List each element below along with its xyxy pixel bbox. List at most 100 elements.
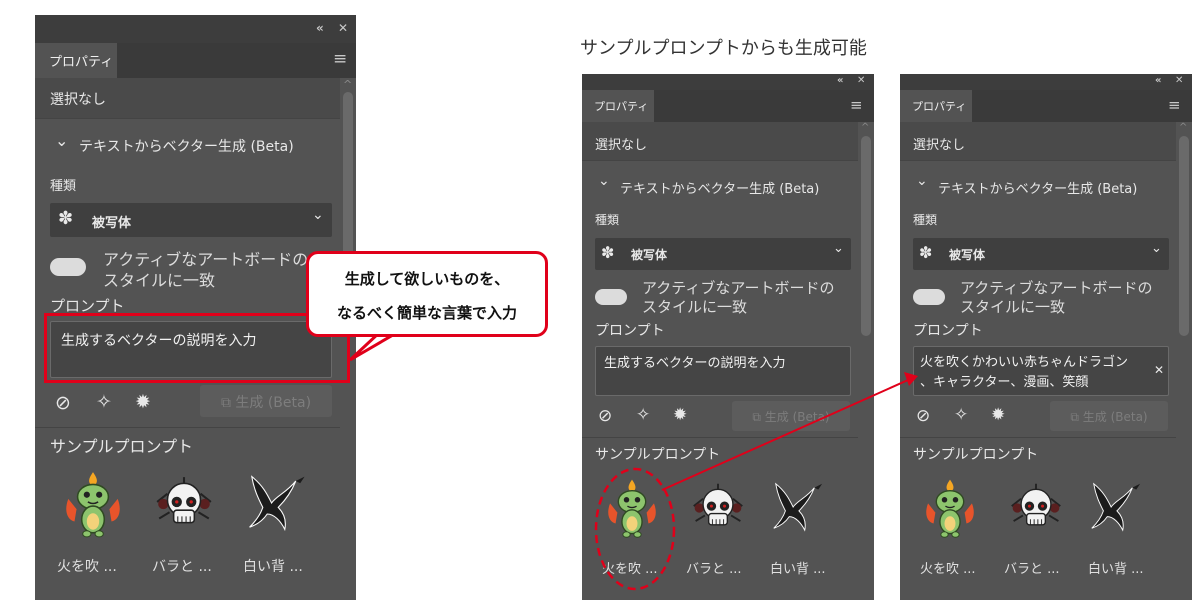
type-label: 種類 (595, 213, 620, 227)
divider (582, 437, 858, 438)
gear-icon[interactable]: ✹ (991, 405, 1005, 425)
prompt-input[interactable]: 生成するベクターの説明を入力 (595, 346, 851, 396)
type-value: 被写体 (949, 248, 986, 262)
sample-label-2[interactable]: バラと ... (686, 558, 742, 577)
divider (900, 437, 1176, 438)
sample-dragon-thumb[interactable] (920, 476, 980, 540)
sample-highlight-ellipse (594, 467, 676, 591)
sample-dragon-thumb[interactable] (59, 468, 127, 540)
chevron-down-icon: ⌄ (312, 207, 324, 223)
style-picker-icon[interactable]: ⊘ (55, 392, 71, 414)
chevron-down-icon[interactable]: ⌄ (916, 173, 928, 189)
generate-button[interactable]: ⧉ 生成 (Beta) (732, 401, 850, 431)
tab-label: プロパティ (912, 100, 967, 113)
sample-label-3[interactable]: 白い背 ... (770, 558, 826, 577)
type-dropdown[interactable]: ✽ 被写体 ⌄ (913, 238, 1169, 270)
match-style-toggle[interactable] (50, 258, 86, 276)
close-icon[interactable]: ✕ (1175, 75, 1183, 86)
sample-skull-thumb[interactable] (1008, 480, 1064, 536)
generate-label: 生成 (Beta) (764, 410, 830, 424)
section-title[interactable]: テキストからベクター生成 (Beta) (620, 178, 819, 197)
lightbulb-icon[interactable]: ✧ (636, 405, 650, 425)
style-picker-icon[interactable]: ⊘ (916, 406, 930, 426)
gear-icon[interactable]: ✹ (135, 391, 151, 413)
sample-label-3[interactable]: 白い背 ... (243, 556, 303, 576)
panel-menu-icon[interactable]: ≡ (850, 96, 863, 114)
type-dropdown[interactable]: ✽ 被写体 ⌄ (50, 203, 332, 237)
tab-label: プロパティ (49, 55, 114, 70)
match-style-toggle[interactable] (595, 289, 627, 305)
sample-label-3[interactable]: 白い背 ... (1088, 558, 1144, 577)
lightbulb-icon[interactable]: ✧ (96, 391, 112, 413)
prompt-label: プロンプト (913, 323, 983, 339)
scroll-thumb[interactable] (1179, 136, 1189, 336)
generate-button[interactable]: ⧉ 生成 (Beta) (1050, 401, 1168, 431)
sample-bird-thumb[interactable] (1086, 478, 1144, 536)
clear-prompt-icon[interactable]: ✕ (1154, 363, 1164, 377)
prompt-placeholder: 生成するベクターの説明を入力 (604, 356, 786, 371)
selection-status: 選択なし (913, 138, 966, 153)
sample-bird-thumb[interactable] (243, 470, 309, 536)
match-style-label-1: アクティブなアートボードの (960, 279, 1153, 297)
prompt-text-line-2: 、キャラクター、漫画、笑顔 (920, 375, 1089, 390)
chevron-down-icon[interactable]: ⌄ (598, 173, 610, 189)
tab-properties[interactable]: プロパティ (35, 43, 117, 78)
sample-label-1[interactable]: 火を吹 ... (57, 556, 117, 576)
sample-label-1[interactable]: 火を吹 ... (920, 558, 976, 577)
properties-panel-filled: « ✕ プロパティ ≡ 選択なし ⌄ テキストからベクター生成 (Beta) 種… (900, 74, 1192, 600)
type-label: 種類 (50, 179, 77, 194)
gear-icon[interactable]: ✹ (673, 405, 687, 425)
match-style-toggle[interactable] (913, 289, 945, 305)
tab-bar: プロパティ ≡ (35, 43, 356, 78)
samples-heading: サンプルプロンプト (913, 447, 1039, 463)
prompt-text-line-1: 火を吹くかわいい赤ちゃんドラゴン (920, 355, 1129, 370)
collapse-icon[interactable]: « (837, 75, 843, 86)
sample-bird-thumb[interactable] (768, 478, 826, 536)
sample-label-2[interactable]: バラと ... (1004, 558, 1060, 577)
page-heading: サンプルプロンプトからも生成可能 (580, 38, 867, 59)
panel-menu-icon[interactable]: ≡ (1168, 96, 1181, 114)
tab-properties[interactable]: プロパティ (900, 90, 972, 122)
tab-bar: プロパティ ≡ (582, 90, 874, 122)
prompt-input[interactable]: 火を吹くかわいい赤ちゃんドラゴン 、キャラクター、漫画、笑顔 ✕ (913, 346, 1169, 396)
panel-titlebar: « ✕ (582, 74, 874, 90)
match-style-label-2: スタイルに一致 (642, 298, 748, 316)
divider (582, 160, 858, 161)
section-title[interactable]: テキストからベクター生成 (Beta) (938, 178, 1137, 197)
panel-menu-icon[interactable]: ≡ (333, 49, 347, 69)
tab-bar: プロパティ ≡ (900, 90, 1192, 122)
generate-button[interactable]: ⧉ 生成 (Beta) (200, 385, 332, 417)
selection-status: 選択なし (595, 138, 648, 153)
sample-skull-thumb[interactable] (690, 480, 746, 536)
subject-icon: ✽ (58, 208, 74, 229)
scroll-up-arrow[interactable]: ^ (1179, 122, 1187, 133)
panel-titlebar: « ✕ (900, 74, 1192, 90)
scroll-up-arrow[interactable]: ^ (861, 122, 869, 133)
match-style-label-2: スタイルに一致 (103, 271, 216, 290)
collapse-icon[interactable]: « (1155, 75, 1161, 86)
close-icon[interactable]: ✕ (857, 75, 865, 86)
generate-icon: ⧉ (752, 410, 761, 424)
style-picker-icon[interactable]: ⊘ (598, 406, 612, 426)
scroll-up-arrow[interactable]: ^ (343, 78, 352, 91)
prompt-label: プロンプト (595, 323, 665, 339)
section-title[interactable]: テキストからベクター生成 (Beta) (79, 136, 294, 156)
scroll-thumb[interactable] (861, 136, 871, 336)
type-dropdown[interactable]: ✽ 被写体 ⌄ (595, 238, 851, 270)
samples-heading: サンプルプロンプト (595, 447, 721, 463)
scrollbar[interactable]: ^ (1176, 122, 1192, 600)
panel-titlebar: « ✕ (35, 15, 356, 43)
chevron-down-icon[interactable]: ⌄ (55, 131, 68, 150)
collapse-icon[interactable]: « (316, 21, 324, 35)
close-icon[interactable]: ✕ (338, 21, 348, 35)
tab-label: プロパティ (594, 100, 649, 113)
sample-label-2[interactable]: バラと ... (152, 556, 212, 576)
sample-skull-thumb[interactable] (153, 473, 215, 535)
lightbulb-icon[interactable]: ✧ (954, 405, 968, 425)
tab-properties[interactable]: プロパティ (582, 90, 654, 122)
callout-box: 生成して欲しいものを、 なるべく簡単な言葉で入力 (306, 251, 548, 337)
match-style-label-1: アクティブなアートボードの (642, 279, 835, 297)
type-label: 種類 (913, 213, 938, 227)
generate-label: 生成 (Beta) (235, 395, 312, 411)
scrollbar[interactable]: ^ (858, 122, 874, 600)
